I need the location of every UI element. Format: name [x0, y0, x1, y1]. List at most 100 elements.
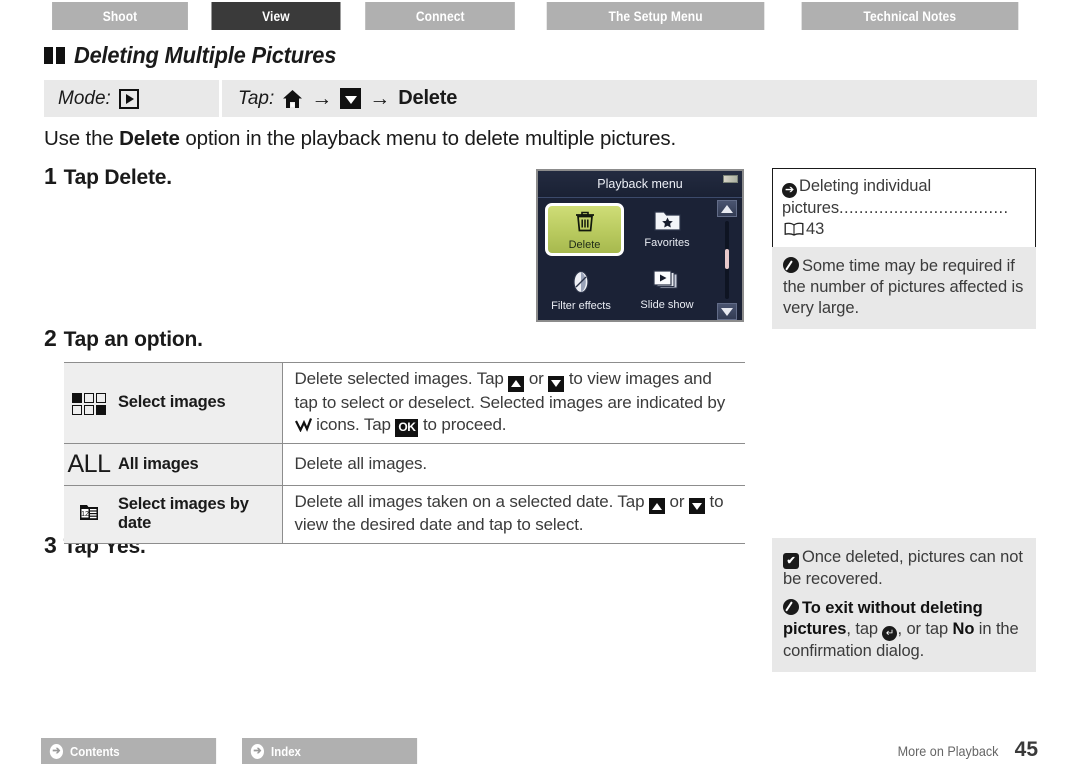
step-1: 1 Tap Delete.	[44, 163, 172, 190]
up-triangle-icon-2	[648, 498, 665, 515]
footer-link-index-label: Index	[271, 743, 301, 759]
lcd-title-bar: Playback menu	[538, 171, 742, 198]
scroll-down-icon[interactable]	[717, 303, 737, 320]
cross-ref-dots: ..................................	[838, 199, 1009, 217]
footer-link-index[interactable]: ➔ Index	[242, 738, 418, 764]
select-images-grid-icon	[64, 362, 114, 444]
ok-button-icon: OK	[395, 418, 419, 437]
tab-technical-notes-label: Technical Notes	[863, 8, 957, 24]
mode-label: Mode:	[58, 87, 111, 109]
footer-link-contents[interactable]: ➔ Contents	[41, 738, 217, 764]
page-number: 45	[1014, 738, 1038, 761]
lcd-item-favorites[interactable]: Favorites	[624, 198, 710, 260]
table-row[interactable]: Select images Delete selected images. Ta…	[64, 362, 745, 444]
option-name-select-images: Select images	[114, 362, 282, 444]
tap-sequence-cell: Tap: → → Delete	[222, 80, 1037, 117]
manual-page: Shoot View Connect The Setup Menu Techni…	[0, 0, 1080, 766]
grid-glyph	[72, 393, 106, 416]
cross-ref-page: 43	[806, 219, 825, 238]
tap-label: Tap:	[238, 87, 275, 109]
down-triangle-icon	[548, 375, 565, 392]
info-note-exit: To exit without deleting pictures, tap ↵…	[783, 598, 1025, 662]
down-triangle-icon	[340, 88, 362, 109]
info-note-duration: Some time may be required if the number …	[772, 247, 1036, 330]
pencil-note-icon-2	[783, 598, 799, 615]
lcd-scrollbar[interactable]	[715, 200, 739, 320]
mode-cell: Mode:	[44, 80, 219, 117]
scroll-track[interactable]	[725, 221, 729, 299]
arrow-right-icon-2: →	[369, 87, 391, 110]
tab-connect[interactable]: Connect	[364, 2, 516, 30]
scroll-up-icon[interactable]	[717, 200, 737, 217]
footer-link-contents-label: Contents	[70, 743, 120, 759]
option-desc-select-images: Delete selected images. Tap or to view i…	[281, 362, 745, 444]
tab-connect-label: Connect	[415, 8, 465, 24]
footer-page-info: More on Playback 45	[892, 738, 1038, 762]
arrow-circle-icon-contents: ➔	[49, 743, 63, 759]
option-desc-select-by-date: Delete all images taken on a selected da…	[281, 484, 745, 544]
intro-bold: Delete	[119, 127, 180, 150]
check-mark-icon: ✔	[783, 553, 799, 569]
footer-navigation: ➔ Contents ➔ Index	[41, 738, 441, 764]
cross-reference-note: ➔ Deleting individual pictures...........…	[772, 168, 1036, 249]
tab-technical-notes[interactable]: Technical Notes	[802, 2, 1019, 30]
info-note-duration-text: Some time may be required if the number …	[783, 257, 1024, 317]
page-title: Deleting Multiple Pictures	[74, 42, 337, 68]
section-tab-bar: Shoot View Connect The Setup Menu Techni…	[41, 2, 1036, 30]
delete-options-table: Select images Delete selected images. Ta…	[64, 362, 745, 544]
book-icon	[784, 221, 804, 236]
tap-target-label: Delete	[398, 87, 458, 109]
tab-view[interactable]: View	[211, 2, 341, 30]
lcd-item-delete-selected[interactable]: Delete	[545, 203, 624, 256]
step-2: 2 Tap an option.	[44, 325, 203, 352]
lcd-title: Playback menu	[597, 177, 683, 191]
footer-section-name: More on Playback	[897, 743, 999, 759]
lcd-item-filter-effects-label: Filter effects	[551, 299, 611, 312]
favorites-folder-icon	[653, 208, 681, 236]
caution-note-text: Once deleted, pictures can not be recove…	[783, 548, 1023, 588]
cross-ref-line2: pictures	[782, 199, 839, 217]
option-desc-all-images: Delete all images.	[281, 442, 745, 486]
lcd-item-slide-show[interactable]: Slide show	[624, 260, 710, 320]
step-1-number: 1	[44, 163, 57, 189]
tab-setup-menu[interactable]: The Setup Menu	[546, 2, 765, 30]
section-heading: Deleting Multiple Pictures	[44, 42, 350, 69]
intro-pre: Use the	[44, 127, 120, 150]
lcd-body: Favorites Filter effects Slide show Dele…	[538, 198, 742, 320]
arrow-circle-icon: ➔	[782, 183, 797, 198]
svg-text:12: 12	[81, 511, 89, 518]
lcd-item-favorites-label: Favorites	[644, 237, 690, 250]
arrow-circle-icon-index: ➔	[250, 743, 264, 759]
intro-post: option in the playback menu to delete mu…	[179, 127, 677, 150]
caution-note-block: ✔ Once deleted, pictures can not be recov…	[772, 538, 1036, 673]
trash-icon	[574, 209, 596, 239]
tab-view-label: View	[262, 8, 290, 24]
pencil-note-icon	[783, 257, 799, 273]
check-tick-icon	[294, 416, 312, 433]
mode-bar: Mode: Tap: → → Delete	[44, 80, 1037, 117]
cross-ref-line1: Deleting individual	[799, 177, 932, 195]
table-row[interactable]: 12 Select images by date Delete all imag…	[64, 484, 745, 544]
battery-icon	[723, 175, 738, 183]
lcd-item-filter-effects[interactable]: Filter effects	[538, 260, 624, 320]
option-name-select-by-date: Select images by date	[114, 484, 282, 544]
info-note-exit-mid2: , or tap	[897, 619, 953, 638]
playback-icon	[118, 88, 139, 109]
section-bullet-icon	[44, 47, 65, 64]
home-icon	[282, 89, 303, 109]
info-note-exit-no: No	[952, 619, 975, 638]
caution-note: ✔ Once deleted, pictures can not be recov…	[783, 547, 1025, 590]
up-triangle-icon	[508, 375, 525, 392]
lcd-item-delete-label: Delete	[568, 238, 601, 251]
filter-effects-icon	[570, 270, 592, 299]
tab-setup-menu-label: The Setup Menu	[608, 8, 703, 24]
scroll-thumb[interactable]	[725, 249, 729, 270]
back-circle-icon: ↵	[882, 625, 898, 641]
calendar-glyph: 12	[78, 501, 100, 523]
camera-screen-playback-menu: Playback menu Favorites Filter effects S…	[536, 169, 744, 322]
step-3-number: 3	[44, 532, 57, 558]
lcd-item-slide-show-label: Slide show	[640, 299, 694, 312]
calendar-date-icon: 12	[64, 484, 114, 544]
tab-shoot[interactable]: Shoot	[52, 2, 188, 30]
table-row[interactable]: ALL All images Delete all images.	[64, 442, 745, 486]
